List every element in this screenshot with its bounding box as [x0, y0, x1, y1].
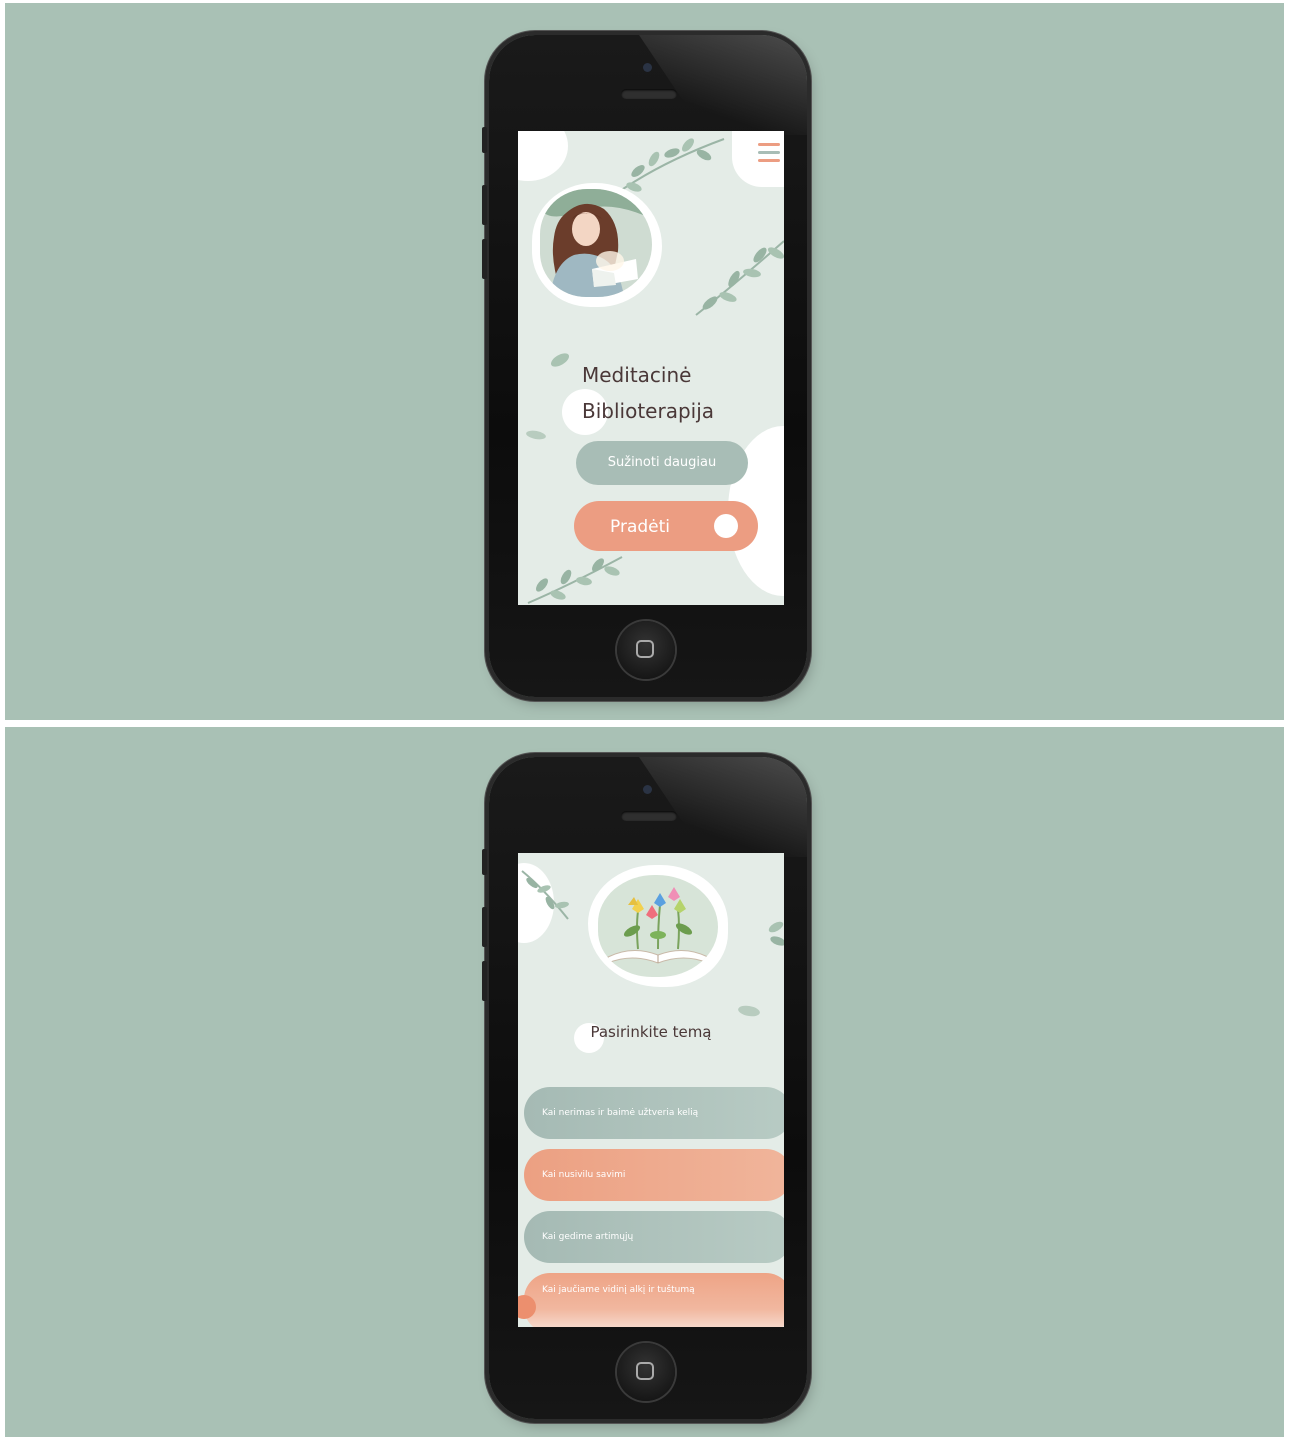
volume-up-button — [482, 907, 487, 947]
home-button[interactable] — [617, 1343, 675, 1401]
mute-switch — [482, 849, 487, 875]
hamburger-icon — [758, 143, 780, 146]
leaf-icon — [526, 430, 546, 440]
leaf-icon — [768, 921, 784, 946]
topic-button-1[interactable]: Kai nerimas ir baimė užtveria kelią — [524, 1087, 784, 1139]
welcome-screen: Meditacinė Biblioterapija Sužinoti daugi… — [518, 131, 784, 605]
volume-up-button — [482, 185, 487, 225]
volume-down-button — [482, 961, 487, 1001]
volume-down-button — [482, 239, 487, 279]
start-button-label: Pradėti — [610, 517, 670, 537]
decor-blob — [518, 131, 568, 181]
home-button[interactable] — [617, 621, 675, 679]
leaf-branch-icon — [521, 870, 569, 920]
leaf-icon — [550, 353, 570, 367]
bottom-mockup-panel: Pasirinkite temą Kai nerimas ir baimė už… — [5, 727, 1284, 1437]
hamburger-icon-line — [758, 159, 780, 162]
hamburger-icon-line — [758, 151, 780, 154]
woman-reading-icon — [540, 189, 652, 297]
leaf-branch-icon — [695, 240, 784, 316]
leaf-branch-icon — [527, 556, 623, 604]
topic-button-4[interactable]: Kai jaučiame vidinį alkį ir tuštumą — [524, 1273, 784, 1327]
app-title-line-1: Meditacinė — [582, 363, 692, 387]
topic-button-3[interactable]: Kai gedime artimųjų — [524, 1211, 784, 1263]
phone-frame: Meditacinė Biblioterapija Sužinoti daugi… — [482, 35, 807, 697]
leaf-branch-icon — [619, 138, 725, 192]
hamburger-menu-button[interactable] — [732, 131, 784, 187]
mute-switch — [482, 127, 487, 153]
leaf-icon — [738, 1005, 760, 1017]
app-title-line-2: Biblioterapija — [582, 399, 715, 423]
app-title: Meditacinė Biblioterapija — [582, 357, 772, 429]
top-mockup-panel: Meditacinė Biblioterapija Sužinoti daugi… — [5, 3, 1284, 720]
start-button[interactable]: Pradėti — [574, 501, 758, 551]
illustration-frame — [588, 865, 728, 987]
illustration-frame — [532, 183, 662, 307]
toggle-knob-icon — [714, 514, 738, 538]
earpiece-speaker — [621, 811, 677, 821]
phone-frame: Pasirinkite temą Kai nerimas ir baimė už… — [482, 757, 807, 1419]
topic-button-2[interactable]: Kai nusivilu savimi — [524, 1149, 784, 1201]
front-camera — [643, 63, 652, 72]
earpiece-speaker — [621, 89, 677, 99]
learn-more-button[interactable]: Sužinoti daugiau — [576, 441, 748, 485]
topic-selection-screen: Pasirinkite temą Kai nerimas ir baimė už… — [518, 853, 784, 1327]
choose-topic-heading: Pasirinkite temą — [590, 1023, 712, 1041]
open-book-flowers-icon — [598, 875, 718, 977]
phone-gloss — [639, 757, 807, 857]
phone-gloss — [639, 35, 807, 135]
front-camera — [643, 785, 652, 794]
